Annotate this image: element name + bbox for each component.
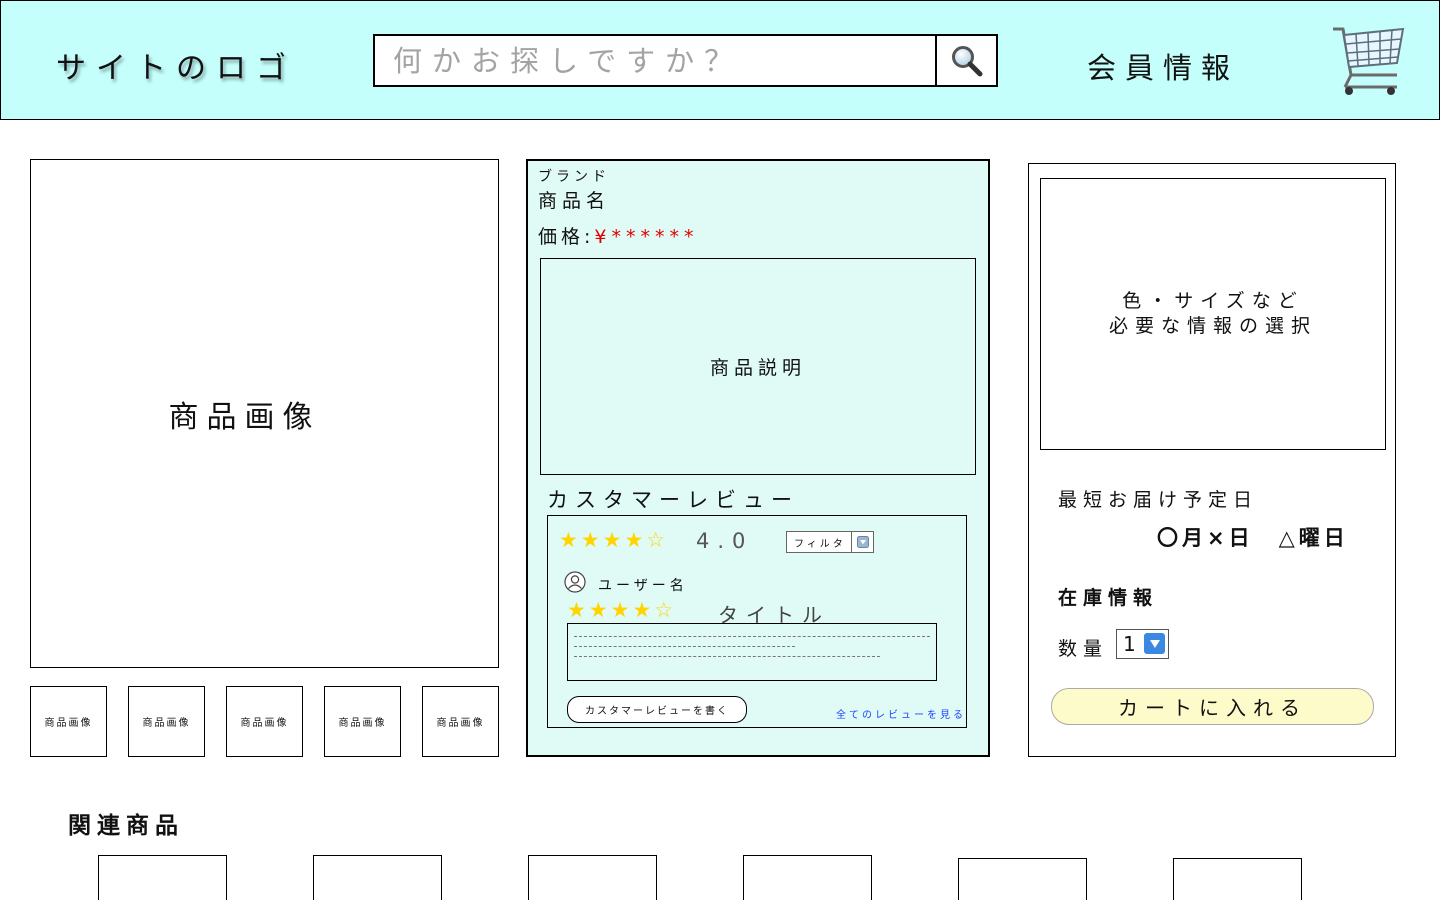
related-product-card[interactable] <box>1173 858 1302 900</box>
filter-label: フィルタ <box>794 538 846 550</box>
option-text-line1: 色・サイズなど <box>1122 290 1304 312</box>
thumbnail-2[interactable]: 商品画像 <box>128 686 205 757</box>
stock-info: 在庫情報 <box>1058 587 1159 609</box>
product-description: 商品説明 <box>540 258 976 475</box>
main-product-image[interactable]: 商品画像 <box>30 159 499 668</box>
review-section: ★★★★☆ 4.0 フィルタ ユーザー名 ★★★★☆ タイトル カスタマーレビュ… <box>547 515 967 728</box>
shopping-cart-icon[interactable] <box>1331 25 1406 97</box>
related-product-card[interactable] <box>958 858 1087 900</box>
related-product-card[interactable] <box>743 855 872 900</box>
review-text-placeholder <box>567 623 937 681</box>
review-filter-select[interactable]: フィルタ <box>786 531 874 553</box>
thumbnail-4[interactable]: 商品画像 <box>324 686 401 757</box>
brand-name[interactable]: ブランド <box>538 166 610 186</box>
average-rating-value: 4.0 <box>696 529 754 553</box>
add-to-cart-button[interactable]: カートに入れる <box>1051 688 1374 725</box>
price: 価格:¥****** <box>538 222 699 249</box>
write-review-button[interactable]: カスタマーレビューを書く <box>567 696 747 723</box>
see-all-reviews-link[interactable]: 全てのレビューを見る <box>836 706 966 721</box>
site-header: サイトのロゴ 会員情報 <box>0 0 1440 120</box>
option-text-line2: 必要な情報の選択 <box>1108 315 1317 337</box>
average-rating-stars: ★★★★☆ <box>559 528 669 552</box>
related-product-card[interactable] <box>528 855 657 900</box>
magnifier-icon <box>951 45 982 76</box>
search-bar <box>373 34 937 87</box>
search-input[interactable] <box>375 36 935 85</box>
thumbnail-1[interactable]: 商品画像 <box>30 686 107 757</box>
product-info-panel: ブランド 商品名 価格:¥****** 商品説明 カスタマーレビュー ★★★★☆… <box>526 159 990 757</box>
main-image-label: 商品画像 <box>168 399 321 435</box>
thumbnail-5[interactable]: 商品画像 <box>422 686 499 757</box>
related-products-heading: 関連商品 <box>68 813 184 839</box>
delivery-label: 最短お届け予定日 <box>1058 489 1259 511</box>
price-value: ¥****** <box>594 226 699 248</box>
search-button[interactable] <box>935 34 998 87</box>
quantity-select[interactable]: 1 <box>1116 629 1169 659</box>
related-product-card[interactable] <box>98 855 227 900</box>
placeholder-line <box>574 646 795 647</box>
placeholder-line <box>574 656 881 657</box>
delivery-date: 〇月×日 △曜日 <box>1157 526 1349 550</box>
quantity-label: 数量 <box>1058 638 1109 660</box>
thumbnail-3[interactable]: 商品画像 <box>226 686 303 757</box>
option-selector[interactable]: 色・サイズなど 必要な情報の選択 <box>1040 178 1386 450</box>
site-logo[interactable]: サイトのロゴ <box>56 43 296 87</box>
placeholder-line <box>574 636 930 637</box>
option-selector-text: 色・サイズなど 必要な情報の選択 <box>1109 289 1317 339</box>
purchase-panel: 色・サイズなど 必要な情報の選択 最短お届け予定日 〇月×日 △曜日 在庫情報 … <box>1028 163 1396 757</box>
reviewer-name: ユーザー名 <box>598 578 688 594</box>
price-label: 価格: <box>538 226 595 248</box>
user-avatar-icon <box>564 571 586 593</box>
review-heading: カスタマーレビュー <box>547 488 799 512</box>
chevron-down-icon <box>1144 633 1165 654</box>
review-stars: ★★★★☆ <box>567 598 677 622</box>
member-info-link[interactable]: 会員情報 <box>1087 45 1239 87</box>
chevron-down-icon <box>851 532 873 552</box>
product-name: 商品名 <box>538 190 611 212</box>
related-product-card[interactable] <box>313 855 442 900</box>
quantity-value: 1 <box>1123 632 1136 656</box>
